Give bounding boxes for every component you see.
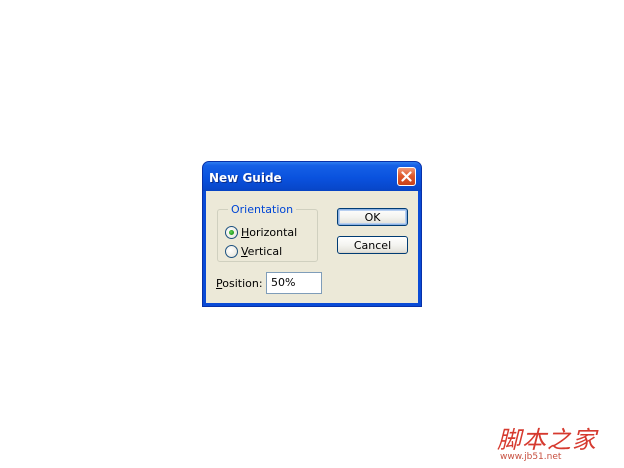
radio-button-selected[interactable] [225,225,238,239]
radio-vertical-label: Vertical [241,244,283,258]
radio-horizontal-label: Horizontal [241,225,298,239]
radio-horizontal[interactable]: Horizontal [225,224,297,240]
cancel-button[interactable]: Cancel [337,236,408,254]
dialog-title: New Guide [209,171,282,185]
watermark-url: www.jb51.net [500,452,562,462]
dialog-client-area: Orientation Horizontal Vertical OK Cance… [206,191,418,303]
position-input[interactable]: 50% [266,272,322,294]
close-button[interactable] [397,167,416,186]
ok-button[interactable]: OK [337,208,408,226]
radio-vertical[interactable]: Vertical [225,243,282,259]
site-watermark: 脚本之家 www.jb51.net [497,420,615,464]
close-icon [401,171,412,182]
new-guide-dialog: New Guide Orientation Horizontal Vertica… [202,161,422,307]
radio-dot-icon [229,229,234,235]
position-label: Position: [216,277,263,290]
orientation-legend: Orientation [231,203,294,216]
title-bar[interactable]: New Guide [203,162,421,191]
radio-button-unselected[interactable] [225,244,238,258]
watermark-logo-text: 脚本之家 [497,426,597,454]
